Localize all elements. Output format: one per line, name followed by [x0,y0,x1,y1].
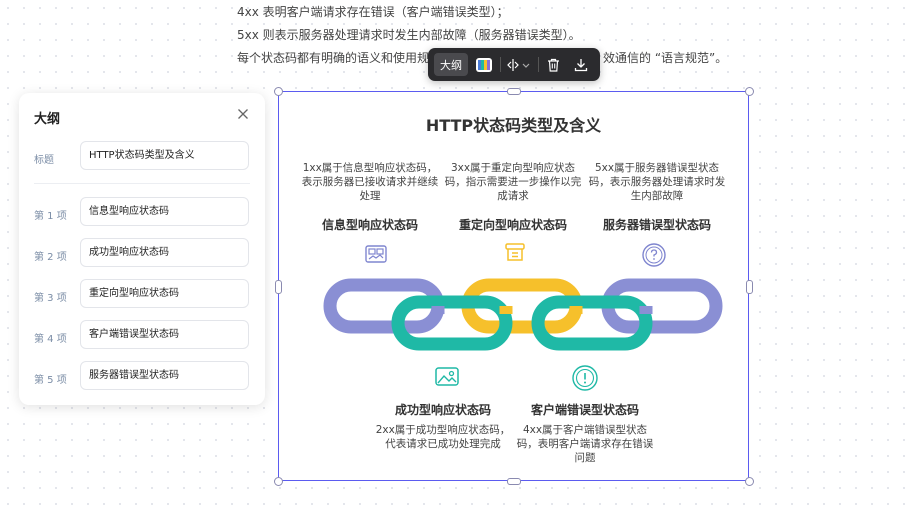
info-name-client-error: 客户端错误型状态码 [530,403,639,417]
info-desc-4xx: 4xx属于客户端错误型状态码，表明客户端请求存在错误问题 [516,424,654,464]
infographic-title: HTTP状态码类型及含义 [425,116,602,135]
item-3-label: 第 3 项 [34,293,67,304]
toolbar-separator [538,57,539,72]
info-name-server-error: 服务器错误型状态码 [602,218,711,232]
outline-panel-title: 大纲 [34,112,61,127]
image-grid-icon [365,245,387,263]
doc-line-summary-start: 每个状态码都有明确的语义和使用规 [237,51,430,65]
item-1-label: 第 1 项 [34,211,67,222]
item-3-input[interactable]: 重定向型响应状态码 [80,279,249,308]
resize-handle-bottom-left[interactable] [274,477,283,486]
resize-handle-bottom-right[interactable] [745,477,754,486]
resize-handle-bottom[interactable] [507,478,521,485]
info-desc-2xx: 2xx属于成功型响应状态码，代表请求已成功处理完成 [375,424,511,450]
trash-icon[interactable] [543,53,563,76]
palette-icon[interactable] [473,53,495,76]
resize-handle-top-left[interactable] [274,87,283,96]
item-5-label: 第 5 项 [34,375,67,386]
warning-icon [572,365,598,391]
outline-panel: 大纲 标题 HTTP状态码类型及含义 第 1 项 信息型响应状态码 第 2 项 … [19,93,265,405]
doc-line-5xx: 5xx 则表示服务器处理请求时发生内部故障（服务器错误类型）。 [237,28,581,42]
info-desc-3xx: 3xx属于重定向型响应状态码，指示需要进一步操作以完成请求 [444,162,582,202]
item-2-input[interactable]: 成功型响应状态码 [80,238,249,267]
resize-handle-top[interactable] [507,88,521,95]
panel-divider [34,183,250,184]
item-5-input[interactable]: 服务器错误型状态码 [80,361,249,390]
close-icon[interactable] [235,106,251,122]
question-icon [642,243,666,267]
box-icon [505,243,525,261]
info-name-informational: 信息型响应状态码 [321,218,418,232]
item-4-label: 第 4 项 [34,334,67,345]
download-icon[interactable] [571,53,591,76]
info-desc-5xx: 5xx属于服务器错误型状态码，表示服务器处理请求时发生内部故障 [588,162,726,202]
item-1-input[interactable]: 信息型响应状态码 [80,197,249,226]
doc-line-summary-end: 效通信的 “语言规范”。 [603,51,728,65]
floating-toolbar: 大纲 [428,48,600,81]
info-name-redirect: 重定向型响应状态码 [458,218,567,232]
chevron-down-icon[interactable] [521,53,531,76]
info-desc-1xx: 1xx属于信息型响应状态码，表示服务器已接收请求并继续处理 [301,162,439,202]
doc-line-4xx: 4xx 表明客户端请求存在错误（客户端错误类型）； [237,5,509,19]
title-input[interactable]: HTTP状态码类型及含义 [80,141,249,170]
mirror-icon[interactable] [505,53,521,76]
chain-graphic [323,278,723,351]
item-2-label: 第 2 项 [34,252,67,263]
toolbar-separator [500,57,501,72]
item-4-input[interactable]: 客户端错误型状态码 [80,320,249,349]
resize-handle-top-right[interactable] [745,87,754,96]
title-label: 标题 [34,155,54,166]
info-name-success: 成功型响应状态码 [394,403,491,417]
picture-icon [435,367,459,386]
outline-button[interactable]: 大纲 [434,53,468,76]
